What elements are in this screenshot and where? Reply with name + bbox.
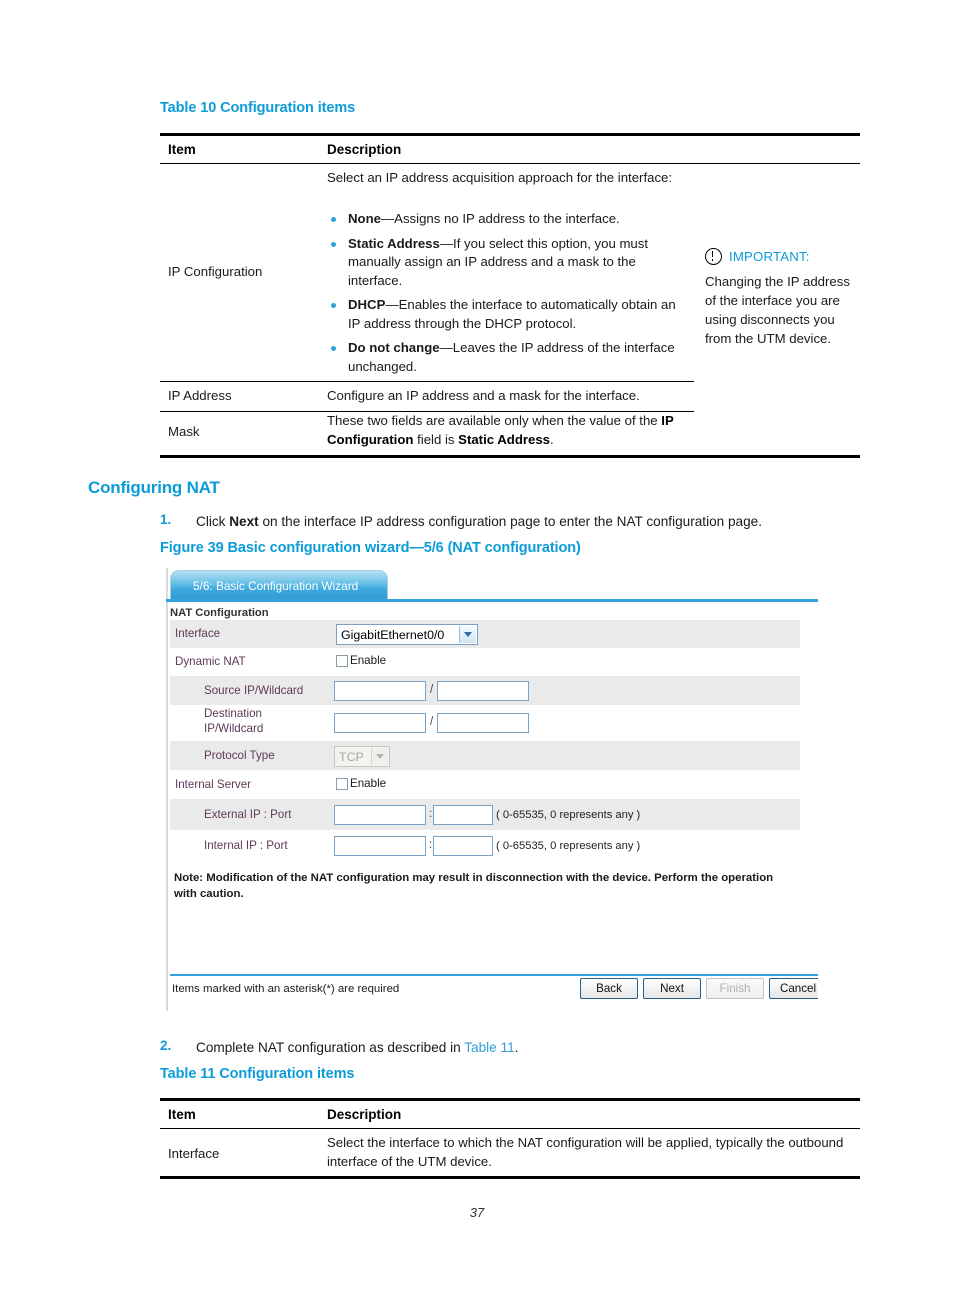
list-item: None—Assigns no IP address to the interf…: [327, 210, 689, 229]
step-1-text: Click Next on the interface IP address c…: [196, 514, 763, 529]
table10-row1-item: IP Configuration: [168, 264, 263, 279]
table-11-link[interactable]: Table 11: [464, 1040, 514, 1055]
tab-label: 5/6: Basic Configuration Wizard: [193, 579, 359, 593]
table10-row1-rule: [160, 381, 694, 382]
internal-ip-input[interactable]: [334, 836, 426, 856]
table11-top-rule: [160, 1098, 860, 1101]
table10-top-rule: [160, 133, 860, 136]
table11-row1-description: Select the interface to which the NAT co…: [327, 1135, 844, 1169]
important-text: Changing the IP address of the interface…: [705, 274, 850, 346]
finish-button: Finish: [706, 978, 764, 999]
protocol-type-label: Protocol Type: [204, 749, 275, 762]
document-page: Table 10 Configuration items Item Descri…: [0, 0, 954, 1296]
page-number: 37: [469, 1205, 485, 1220]
internal-separator: :: [429, 839, 433, 851]
table10-caption: Table 10 Configuration items: [160, 100, 356, 116]
external-ip-port-label: External IP : Port: [204, 808, 292, 821]
internal-server-enable-label: Enable: [350, 777, 387, 790]
button-bar-divider: [170, 974, 818, 976]
source-ip-input[interactable]: [334, 681, 426, 701]
exclamation-circle-icon: [705, 248, 722, 265]
table10-header-rule: [160, 163, 860, 164]
table11-header-item: Item: [168, 1107, 196, 1122]
checkbox-box[interactable]: [336, 777, 348, 790]
tab-basic-configuration-wizard[interactable]: 5/6: Basic Configuration Wizard: [170, 570, 388, 600]
table11-caption: Table 11 Configuration items: [160, 1066, 355, 1082]
page-title: Configuring NAT: [88, 478, 220, 497]
internal-server-label: Internal Server: [175, 778, 252, 791]
table10-row2-description: Configure an IP address and a mask for t…: [327, 388, 640, 403]
destination-ip-wildcard-label-line1: Destination: [204, 707, 263, 720]
checkbox-box[interactable]: [336, 654, 348, 667]
required-items-note: Items marked with an asterisk(*) are req…: [172, 983, 400, 995]
table11-header-description: Description: [327, 1107, 402, 1122]
destination-ip-wildcard-label-line2: IP/Wildcard: [204, 722, 264, 735]
internal-port-input[interactable]: [433, 836, 493, 856]
row-internal-server: [170, 770, 800, 799]
external-port-hint: ( 0-65535, 0 represents any ): [496, 809, 641, 821]
external-port-input[interactable]: [433, 805, 493, 825]
destination-wildcard-input[interactable]: [437, 713, 529, 733]
chevron-down-icon: [371, 748, 388, 765]
protocol-type-value: TCP: [339, 749, 364, 764]
interface-select[interactable]: GigabitEthernet0/0: [336, 624, 478, 645]
protocol-type-select: TCP: [334, 746, 390, 767]
destination-ip-input[interactable]: [334, 713, 426, 733]
step-2-number: 2.: [160, 1038, 172, 1053]
step-1-number: 1.: [160, 512, 172, 527]
table11-bottom-rule: [160, 1176, 860, 1179]
cancel-button[interactable]: Cancel: [769, 978, 818, 999]
row-interface: [170, 620, 800, 648]
figure-39-caption: Figure 39 Basic configuration wizard—5/6…: [160, 540, 581, 556]
list-item: Do not change—Leaves the IP address of t…: [327, 339, 689, 376]
source-wildcard-input[interactable]: [437, 681, 529, 701]
destination-separator: /: [430, 716, 434, 728]
important-label: IMPORTANT:: [729, 249, 810, 264]
interface-select-value: GigabitEthernet0/0: [341, 627, 445, 642]
external-separator: :: [429, 808, 433, 820]
screenshot-left-border: [166, 568, 168, 1011]
chevron-down-icon[interactable]: [459, 626, 476, 643]
internal-ip-port-label: Internal IP : Port: [204, 839, 288, 852]
figure-39-screenshot: 5/6: Basic Configuration Wizard NAT Conf…: [166, 568, 818, 1011]
interface-label: Interface: [175, 627, 221, 640]
list-item: DHCP—Enables the interface to automatica…: [327, 296, 689, 333]
nat-configuration-title: NAT Configuration: [170, 607, 269, 619]
table10-bottom-rule: [160, 455, 860, 458]
table10-row2-item: IP Address: [168, 388, 232, 403]
tab-underline: [166, 599, 818, 602]
table10-row1-bullets: None—Assigns no IP address to the interf…: [327, 210, 689, 382]
table10-header-item: Item: [168, 142, 196, 157]
dynamic-nat-label: Dynamic NAT: [175, 655, 246, 668]
source-ip-wildcard-label: Source IP/Wildcard: [204, 684, 304, 697]
dynamic-nat-enable-checkbox[interactable]: Enable: [336, 654, 386, 667]
row-dynamic-nat: [170, 648, 800, 676]
table10-header-description: Description: [327, 142, 402, 157]
important-callout: IMPORTANT: Changing the IP address of th…: [705, 248, 855, 348]
list-item: Static Address—If you select this option…: [327, 235, 689, 291]
table10-row1-intro: Select an IP address acquisition approac…: [327, 170, 673, 185]
source-separator: /: [430, 684, 434, 696]
table10-row3-item: Mask: [168, 424, 200, 439]
dynamic-nat-enable-label: Enable: [350, 654, 387, 667]
important-header: IMPORTANT:: [705, 248, 855, 265]
table10-row2-rule-left: [160, 411, 320, 412]
internal-port-hint: ( 0-65535, 0 represents any ): [496, 840, 641, 852]
table10-row3-description: These two fields are available only when…: [327, 413, 674, 447]
next-button[interactable]: Next: [643, 978, 701, 999]
external-ip-input[interactable]: [334, 805, 426, 825]
internal-server-enable-checkbox[interactable]: Enable: [336, 777, 386, 790]
table11-row1-item: Interface: [168, 1146, 220, 1161]
nat-note: Note: Modification of the NAT configurat…: [174, 872, 774, 900]
step-2-text: Complete NAT configuration as described …: [196, 1040, 519, 1055]
table11-header-rule: [160, 1128, 860, 1129]
back-button[interactable]: Back: [580, 978, 638, 999]
